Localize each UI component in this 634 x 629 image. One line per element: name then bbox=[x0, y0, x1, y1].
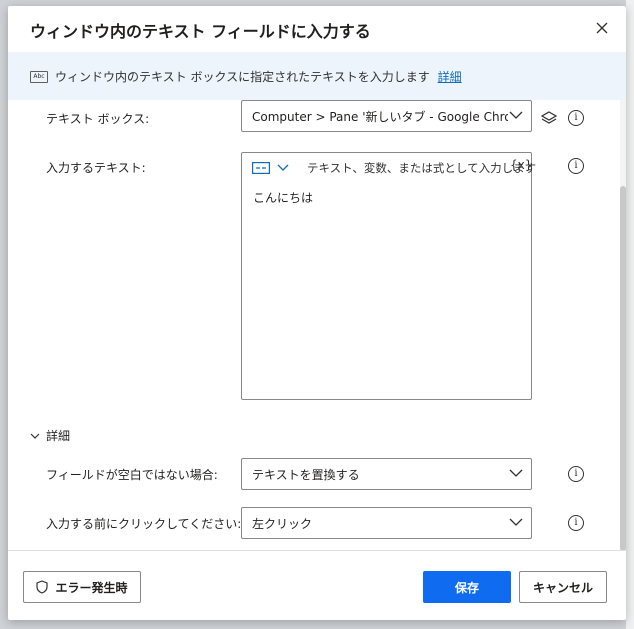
chevron-down-icon bbox=[509, 111, 523, 119]
text-mode-icon bbox=[252, 162, 270, 174]
text-to-fill-info-icon[interactable]: i bbox=[568, 158, 584, 174]
click-before-value: 左クリック bbox=[252, 517, 313, 531]
chevron-down-icon bbox=[509, 469, 523, 477]
textbox-info-icon[interactable]: i bbox=[568, 110, 584, 126]
on-error-label: エラー発生時 bbox=[55, 580, 128, 595]
text-box-icon: Abc bbox=[30, 71, 48, 83]
background-panel-right bbox=[626, 0, 634, 629]
chevron-down-icon bbox=[509, 518, 523, 526]
on-error-button[interactable]: エラー発生時 bbox=[23, 571, 141, 603]
save-label: 保存 bbox=[454, 580, 479, 595]
info-bar: Abc ウィンドウ内のテキスト ボックスに指定されたテキストを入力します 詳細 bbox=[8, 52, 626, 100]
info-text: ウィンドウ内のテキスト ボックスに指定されたテキストを入力します bbox=[55, 70, 430, 84]
cancel-button[interactable]: キャンセル bbox=[519, 571, 607, 603]
form-scroll-area[interactable]: テキスト ボックス: Computer > Pane '新しいタブ - Goog… bbox=[8, 100, 626, 550]
info-description: ウィンドウ内のテキスト ボックスに指定されたテキストを入力します 詳細 bbox=[55, 68, 462, 85]
textbox-label: テキスト ボックス: bbox=[46, 112, 150, 126]
details-section-label: 詳細 bbox=[46, 429, 71, 443]
text-to-fill-textarea[interactable]: テキスト、変数、または式として入力します {x} こんにちは bbox=[241, 152, 536, 400]
text-to-fill-value: こんにちは bbox=[253, 191, 314, 205]
insert-variable-button[interactable]: {x} bbox=[510, 158, 532, 172]
footer-divider bbox=[8, 550, 626, 551]
chevron-down-icon bbox=[277, 164, 289, 171]
click-before-label: 入力する前にクリックしてください: bbox=[46, 517, 242, 531]
if-not-empty-value: テキストを置換する bbox=[252, 468, 360, 482]
save-button[interactable]: 保存 bbox=[423, 571, 511, 603]
if-not-empty-select[interactable]: テキストを置換する bbox=[241, 458, 532, 490]
shield-icon bbox=[36, 580, 49, 594]
cancel-label: キャンセル bbox=[532, 580, 593, 595]
close-icon bbox=[596, 22, 608, 34]
details-link[interactable]: 詳細 bbox=[438, 70, 462, 84]
fill-text-field-dialog: ウィンドウ内のテキスト フィールドに入力する Abc ウィンドウ内のテキスト ボ… bbox=[8, 6, 626, 620]
chevron-down-icon bbox=[30, 433, 40, 439]
click-before-info-icon[interactable]: i bbox=[568, 515, 584, 531]
details-section-toggle[interactable]: 詳細 bbox=[30, 427, 70, 444]
textbox-select[interactable]: Computer > Pane '新しいタブ - Google Chrome -… bbox=[241, 100, 532, 132]
if-not-empty-label: フィールドが空白ではない場合: bbox=[46, 468, 218, 482]
textbox-select-value: Computer > Pane '新しいタブ - Google Chrome -… bbox=[252, 110, 508, 124]
text-to-fill-label: 入力するテキスト: bbox=[46, 161, 146, 175]
text-to-fill-placeholder: テキスト、変数、または式として入力します bbox=[307, 161, 537, 175]
close-button[interactable] bbox=[594, 20, 610, 36]
scrollbar-thumb[interactable] bbox=[620, 186, 626, 551]
ui-elements-layers-icon[interactable] bbox=[541, 110, 557, 126]
click-before-select[interactable]: 左クリック bbox=[241, 507, 532, 539]
if-not-empty-info-icon[interactable]: i bbox=[568, 466, 584, 482]
dialog-title: ウィンドウ内のテキスト フィールドに入力する bbox=[30, 22, 371, 41]
